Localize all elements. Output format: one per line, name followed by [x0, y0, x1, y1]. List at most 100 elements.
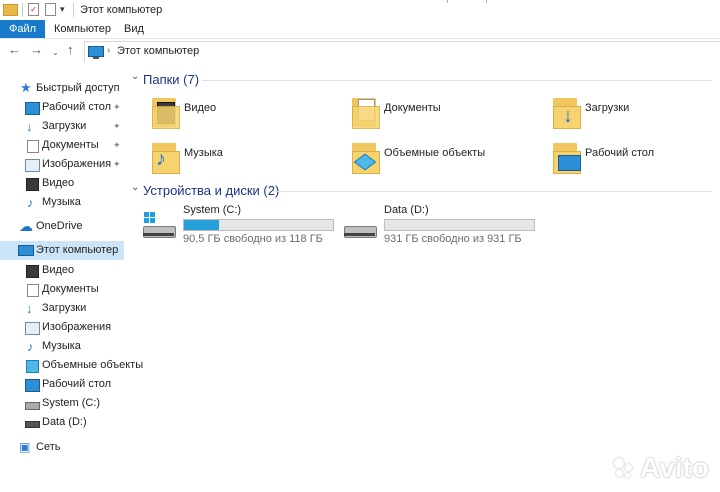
sidebar-item-label: System (C:) — [42, 397, 101, 409]
navigation-pane: ★ Быстрый доступ Рабочий стол ✦ ↓ Загруз… — [0, 74, 143, 492]
folder-icon[interactable] — [3, 4, 18, 16]
avito-logo-icon — [614, 458, 638, 482]
window-title: Этот компьютер — [80, 4, 163, 16]
folder-label: Документы — [384, 102, 441, 114]
sidebar-item-video[interactable]: Видео — [0, 174, 124, 193]
sidebar-item-video[interactable]: Видео — [0, 261, 124, 280]
video-icon — [26, 265, 39, 278]
sidebar-item-label: Рабочий стол — [42, 101, 112, 113]
properties-icon[interactable]: ✓ — [28, 3, 39, 16]
desktop-icon — [25, 379, 40, 392]
folder-desktop[interactable]: Рабочий стол — [549, 141, 720, 185]
sidebar-item-downloads[interactable]: ↓ Загрузки ✦ — [0, 117, 124, 136]
sidebar-item-music[interactable]: ♪ Музыка — [0, 337, 124, 356]
sidebar-item-label: Видео — [42, 264, 75, 276]
folder-downloads[interactable]: ↓ Загрузки — [549, 96, 720, 140]
divider — [486, 0, 487, 3]
folders-section-title[interactable]: Папки (7) — [143, 72, 199, 87]
section-divider — [202, 80, 712, 81]
recent-locations-dropdown-icon[interactable]: ⌄ — [52, 45, 59, 61]
sidebar-item-network[interactable]: ▣ Сеть — [0, 438, 124, 457]
drives-section-title[interactable]: Устройства и диски (2) — [143, 183, 279, 198]
tab-file[interactable]: Файл — [0, 20, 45, 38]
sidebar-item-label: Музыка — [42, 340, 81, 352]
folder-video[interactable]: Видео — [148, 96, 343, 140]
folder-label: Музыка — [184, 147, 223, 159]
navigation-bar: ← → ⌄ ↑ › Этот компьютер › — [0, 40, 720, 62]
pictures-icon — [25, 159, 40, 172]
drive-usage-fill — [184, 220, 219, 230]
forward-arrow-icon[interactable]: → — [30, 42, 43, 58]
sidebar-item-label: Загрузки — [42, 120, 87, 132]
watermark: Avito — [640, 452, 709, 483]
divider — [447, 0, 448, 3]
sidebar-item-system-drive[interactable]: System (C:) — [0, 394, 124, 413]
sidebar-item-documents[interactable]: Документы — [0, 280, 124, 299]
folder-documents[interactable]: Документы — [348, 96, 543, 140]
sidebar-item-downloads[interactable]: ↓ Загрузки — [0, 299, 124, 318]
divider — [22, 3, 23, 17]
sidebar-item-pictures[interactable]: Изображения ✦ — [0, 155, 124, 174]
system-drive-icon — [143, 212, 177, 238]
folder-music[interactable]: ♪ Музыка — [148, 141, 343, 185]
computer-icon — [18, 245, 34, 256]
up-arrow-icon[interactable]: ↑ — [67, 42, 74, 58]
collapse-section-icon[interactable]: ⌄ — [131, 71, 139, 82]
pin-icon[interactable]: ✦ — [113, 98, 121, 117]
sidebar-item-quick-access[interactable]: ★ Быстрый доступ — [0, 79, 124, 98]
cloud-icon: ☁ — [19, 218, 33, 234]
chevron-right-icon[interactable]: › — [107, 45, 110, 56]
collapse-section-icon[interactable]: ⌄ — [131, 182, 139, 193]
sidebar-item-3d-objects[interactable]: Объемные объекты — [0, 356, 143, 375]
new-folder-icon[interactable] — [45, 3, 56, 16]
tab-view[interactable]: Вид — [118, 20, 150, 38]
breadcrumb[interactable]: Этот компьютер — [117, 45, 199, 57]
downloads-icon: ↓ — [26, 119, 33, 134]
network-icon: ▣ — [19, 440, 31, 454]
sidebar-item-music[interactable]: ♪ Музыка — [0, 193, 124, 212]
pin-icon[interactable]: ✦ — [113, 117, 121, 136]
data-drive-icon — [25, 421, 40, 428]
documents-icon — [27, 140, 39, 153]
music-icon: ♪ — [27, 195, 34, 210]
sidebar-item-label: Этот компьютер — [36, 244, 119, 256]
3d-objects-icon — [26, 360, 39, 373]
sidebar-item-data-drive[interactable]: Data (D:) — [0, 413, 124, 432]
documents-folder-icon — [348, 96, 380, 129]
sidebar-item-label: Музыка — [42, 196, 81, 208]
video-icon — [26, 178, 39, 191]
star-icon: ★ — [20, 80, 32, 95]
music-icon: ♪ — [27, 339, 34, 354]
sidebar-item-label: Загрузки — [42, 302, 87, 314]
drive-system-c[interactable]: System (C:) 90,5 ГБ свободно из 118 ГБ — [143, 204, 338, 245]
folder-label: Загрузки — [585, 102, 630, 114]
sidebar-item-label: Документы — [42, 139, 99, 151]
desktop-icon — [25, 102, 40, 115]
pictures-icon — [25, 322, 40, 335]
folder-label: Видео — [184, 102, 217, 114]
folder-3d-objects[interactable]: Объемные объекты — [348, 141, 543, 185]
tab-computer[interactable]: Компьютер — [48, 20, 117, 38]
sidebar-item-label: Изображения — [42, 321, 112, 333]
sidebar-item-desktop[interactable]: Рабочий стол — [0, 375, 124, 394]
sidebar-item-label: Рабочий стол — [42, 378, 112, 390]
address-bar[interactable]: › Этот компьютер › — [84, 41, 720, 62]
downloads-icon: ↓ — [26, 301, 33, 316]
folder-label: Рабочий стол — [585, 147, 655, 159]
section-divider — [272, 191, 712, 192]
sidebar-item-label: Data (D:) — [42, 416, 87, 428]
3d-objects-folder-icon — [348, 141, 380, 174]
drive-data-d[interactable]: Data (D:) 931 ГБ свободно из 931 ГБ — [344, 204, 539, 245]
sidebar-item-pictures[interactable]: Изображения — [0, 318, 124, 337]
back-arrow-icon[interactable]: ← — [8, 42, 21, 58]
sidebar-item-this-pc[interactable]: Этот компьютер — [0, 241, 124, 260]
drive-free-space: 931 ГБ свободно из 931 ГБ — [384, 233, 522, 245]
chevron-right-icon[interactable]: › — [193, 45, 196, 56]
divider — [73, 3, 74, 17]
pin-icon[interactable]: ✦ — [113, 136, 121, 155]
sidebar-item-onedrive[interactable]: ☁ OneDrive — [0, 217, 124, 236]
sidebar-item-desktop[interactable]: Рабочий стол ✦ — [0, 98, 124, 117]
pin-icon[interactable]: ✦ — [113, 155, 121, 174]
sidebar-item-documents[interactable]: Документы ✦ — [0, 136, 124, 155]
quick-access-dropdown-icon[interactable]: ▾ — [60, 4, 65, 16]
